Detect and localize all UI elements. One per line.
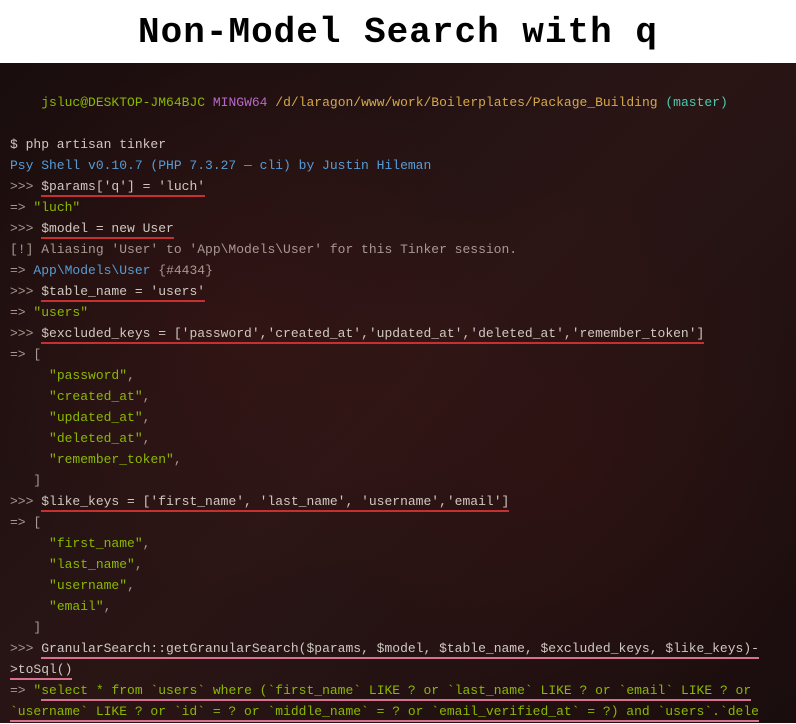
- arr-open: => [: [10, 344, 786, 365]
- output-users: => "users": [10, 302, 786, 323]
- arr-close: ]: [10, 617, 786, 638]
- git-branch: (master): [665, 95, 727, 110]
- shell-prompt: jsluc@DESKTOP-JM64BJC MINGW64 /d/laragon…: [10, 71, 786, 134]
- cmd-artisan: $ php artisan tinker: [10, 134, 786, 155]
- shell-name: MINGW64: [213, 95, 268, 110]
- alias-msg: [!] Aliasing 'User' to 'App\Models\User'…: [10, 239, 786, 260]
- arr-item: "password",: [10, 365, 786, 386]
- terminal[interactable]: jsluc@DESKTOP-JM64BJC MINGW64 /d/laragon…: [0, 63, 796, 723]
- input-like: >>> $like_keys = ['first_name', 'last_na…: [10, 491, 786, 512]
- arr-item: "last_name",: [10, 554, 786, 575]
- user-host: jsluc@DESKTOP-JM64BJC: [41, 95, 205, 110]
- output-luch: => "luch": [10, 197, 786, 218]
- psy-intro: Psy Shell v0.10.7 (PHP 7.3.27 — cli) by …: [10, 155, 786, 176]
- input-table: >>> $table_name = 'users': [10, 281, 786, 302]
- output-sql-3: ted_at` is null": [10, 722, 786, 723]
- input-excluded: >>> $excluded_keys = ['password','create…: [10, 323, 786, 344]
- input-model: >>> $model = new User: [10, 218, 786, 239]
- input-granular: >>> GranularSearch::getGranularSearch($p…: [10, 638, 786, 659]
- arr-open: => [: [10, 512, 786, 533]
- arr-item: "email",: [10, 596, 786, 617]
- input-params: >>> $params['q'] = 'luch': [10, 176, 786, 197]
- arr-item: "username",: [10, 575, 786, 596]
- arr-item: "deleted_at",: [10, 428, 786, 449]
- arr-item: "created_at",: [10, 386, 786, 407]
- output-model: => App\Models\User {#4434}: [10, 260, 786, 281]
- page-title: Non-Model Search with q: [0, 0, 796, 63]
- arr-close: ]: [10, 470, 786, 491]
- input-granular-2: >toSql(): [10, 659, 786, 680]
- output-sql-1: => "select * from `users` where (`first_…: [10, 680, 786, 701]
- output-sql-2: `username` LIKE ? or `id` = ? or `middle…: [10, 701, 786, 722]
- cwd: /d/laragon/www/work/Boilerplates/Package…: [275, 95, 657, 110]
- arr-item: "first_name",: [10, 533, 786, 554]
- arr-item: "updated_at",: [10, 407, 786, 428]
- arr-item: "remember_token",: [10, 449, 786, 470]
